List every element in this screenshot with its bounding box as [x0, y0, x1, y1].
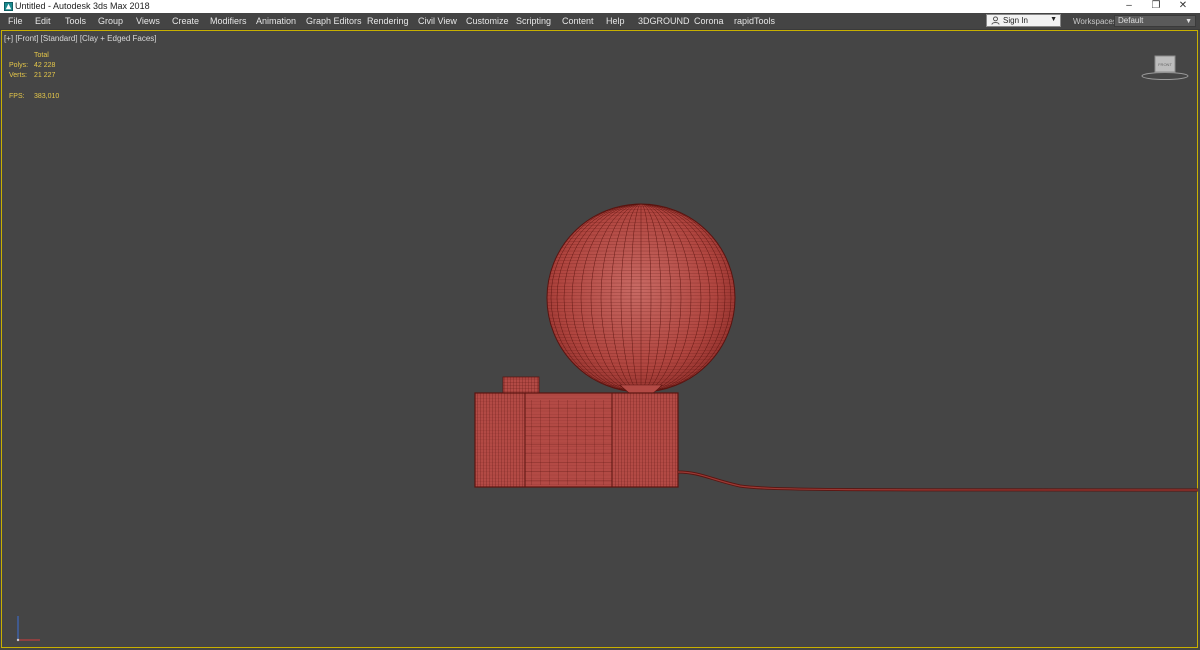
- window-title: Untitled - Autodesk 3ds Max 2018: [15, 1, 150, 11]
- menu-modifiers[interactable]: Modifiers: [210, 16, 247, 26]
- restore-button[interactable]: ❐: [1143, 0, 1169, 13]
- axis-tripod: [16, 616, 40, 642]
- menu-create[interactable]: Create: [172, 16, 199, 26]
- menu-edit[interactable]: Edit: [35, 16, 51, 26]
- sign-in-label: Sign In: [1003, 16, 1028, 25]
- menu-graph-editors[interactable]: Graph Editors: [306, 16, 362, 26]
- close-button[interactable]: ✕: [1170, 0, 1196, 13]
- workspaces-select[interactable]: Default ▼: [1114, 15, 1196, 27]
- minimize-button[interactable]: –: [1116, 0, 1142, 13]
- globe-sphere[interactable]: [546, 202, 736, 394]
- power-cable-highlight: [677, 471, 1199, 491]
- 3dsmax-app-icon: [4, 2, 13, 11]
- chevron-down-icon: ▼: [1185, 18, 1192, 25]
- menu-file[interactable]: File: [8, 16, 23, 26]
- workspaces-value: Default: [1118, 16, 1144, 25]
- menu-3dground[interactable]: 3DGROUND: [638, 16, 690, 26]
- menu-group[interactable]: Group: [98, 16, 123, 26]
- workspaces-label: Workspaces:: [1073, 17, 1120, 26]
- front-viewport[interactable]: [+] [Front] [Standard] [Clay + Edged Fac…: [0, 30, 1200, 650]
- menu-help[interactable]: Help: [606, 16, 625, 26]
- scene-lamp-model[interactable]: [0, 30, 1200, 650]
- menu-civil-view[interactable]: Civil View: [418, 16, 457, 26]
- menu-content[interactable]: Content: [562, 16, 594, 26]
- lamp-base[interactable]: [474, 392, 679, 488]
- menu-rendering[interactable]: Rendering: [367, 16, 409, 26]
- sign-in-dropdown[interactable]: Sign In ▼: [986, 14, 1061, 27]
- chevron-down-icon: ▼: [1050, 16, 1057, 23]
- title-bar: Untitled - Autodesk 3ds Max 2018 – ❐ ✕: [0, 0, 1200, 13]
- menu-rapidtools[interactable]: rapidTools: [734, 16, 775, 26]
- switch-knob[interactable]: [502, 376, 540, 394]
- menu-views[interactable]: Views: [136, 16, 160, 26]
- menu-corona[interactable]: Corona: [694, 16, 724, 26]
- menu-customize[interactable]: Customize: [466, 16, 509, 26]
- menu-tools[interactable]: Tools: [65, 16, 86, 26]
- menu-scripting[interactable]: Scripting: [516, 16, 551, 26]
- user-icon: [991, 16, 1000, 25]
- menu-animation[interactable]: Animation: [256, 16, 296, 26]
